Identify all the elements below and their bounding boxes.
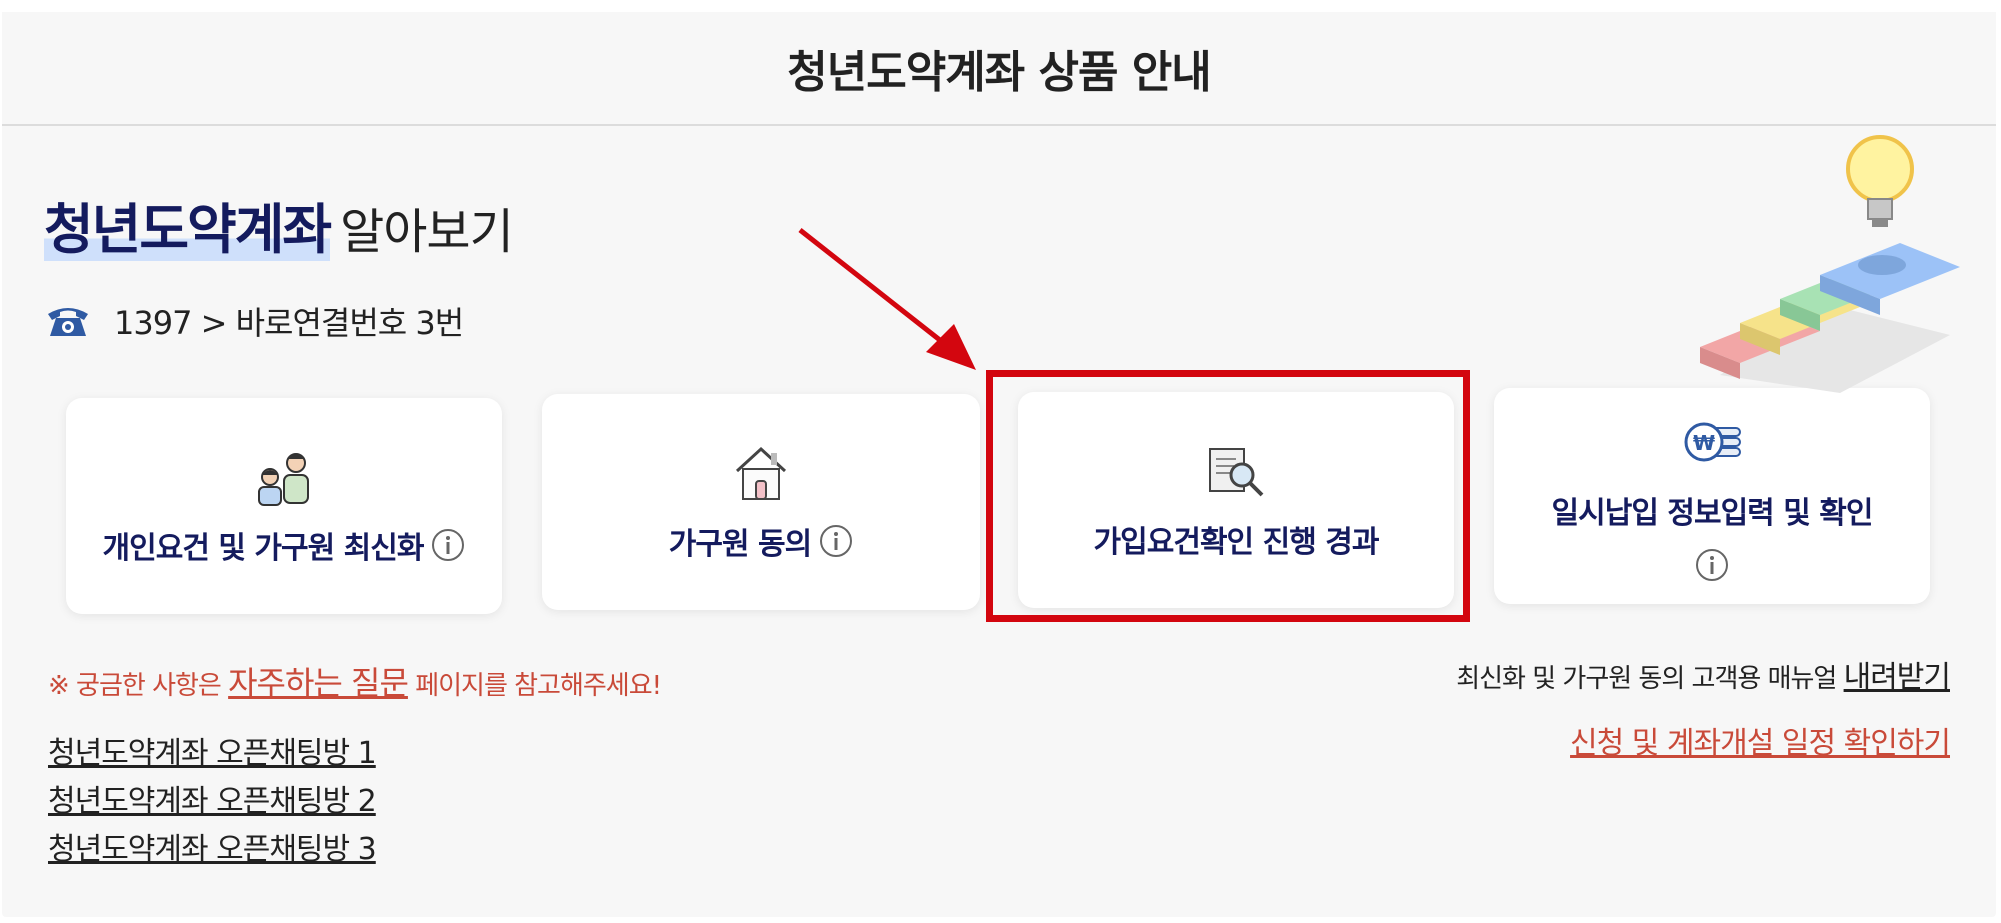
faq-notice: ※ 궁금한 사항은 자주하는 질문 페이지를 참고해주세요! [48,658,662,704]
house-icon [735,446,787,500]
card-label: 가구원 동의 [668,527,812,562]
lightbulb-stairs-icon [1700,135,1960,393]
manual-download: 최신화 및 가구원 동의 고객용 매뉴얼 내려받기 [1456,652,1951,696]
page-title: 청년도약계좌 상품 안내 [787,47,1211,98]
faq-notice-prefix: ※ 궁금한 사항은 [48,671,222,701]
faq-link[interactable]: 자주하는 질문 [228,664,409,702]
manual-text: 최신화 및 가구원 동의 고객용 매뉴얼 [1456,664,1837,694]
card-label: 개인요건 및 가구원 최신화 [102,531,425,566]
headline-rest: 알아보기 [340,204,514,260]
annotation-arrow-icon [798,228,976,370]
open-chat-link-3[interactable]: 청년도약계좌 오픈채팅방 3 [48,824,377,868]
schedule-link[interactable]: 신청 및 계좌개설 일정 확인하기 [1570,718,1951,762]
info-icon[interactable] [431,528,465,562]
card-label-row: 일시납입 정보입력 및 확인 [1552,488,1873,582]
card-label: 일시납입 정보입력 및 확인 [1551,496,1874,531]
svg-text:₩: ₩ [1693,431,1715,455]
page-header: 청년도약계좌 상품 안내 [2,12,1996,126]
headline-product-name: 청년도약계좌 [44,198,332,261]
family-icon [258,453,309,506]
card-label-row: 개인요건 및 가구원 최신화 [103,523,466,567]
phone-number-text: 1397 > 바로연결번호 3번 [114,304,464,342]
won-coins-icon: ₩ [1684,422,1741,462]
manual-download-link[interactable]: 내려받기 [1844,660,1951,695]
open-chat-link-1[interactable]: 청년도약계좌 오픈채팅방 1 [48,728,377,772]
info-icon[interactable] [1695,548,1729,582]
telephone-icon [48,308,88,336]
card-label-row: 가구원 동의 [669,519,853,563]
section-headline: 청년도약계좌 알아보기 [44,185,514,264]
highlight-box [986,370,1470,622]
card-lump-sum-info[interactable]: ₩ 일시납입 정보입력 및 확인 [1494,388,1930,604]
faq-notice-suffix: 페이지를 참고해주세요! [415,671,662,701]
info-icon[interactable] [819,524,853,558]
phone-contact: 1397 > 바로연결번호 3번 [44,298,464,344]
card-household-consent[interactable]: 가구원 동의 [542,394,980,610]
card-personal-update[interactable]: 개인요건 및 가구원 최신화 [66,398,502,614]
open-chat-link-2[interactable]: 청년도약계좌 오픈채팅방 2 [48,776,377,820]
